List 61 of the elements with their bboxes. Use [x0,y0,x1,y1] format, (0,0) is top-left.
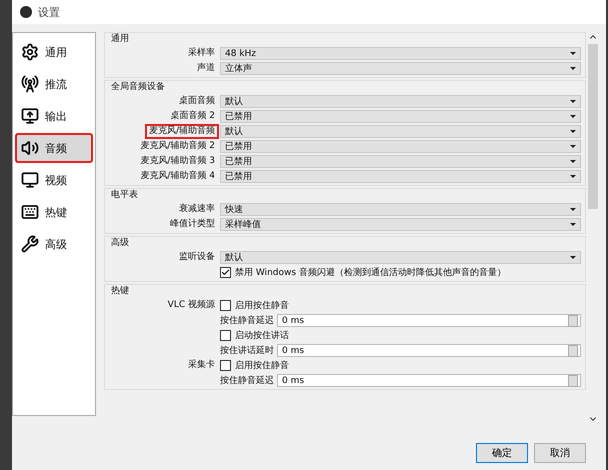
dropdown[interactable]: 快速 [220,203,581,216]
checkbox[interactable] [220,360,231,371]
field-label: 麦克风/辅助音频 [146,126,217,137]
source-label: VLC 视频源 [166,300,216,311]
wrench-icon [21,235,39,253]
checkbox-label: 启用按住静音 [235,360,289,372]
field-label: 麦克风/辅助音频 2 [139,141,216,152]
field-label: 按住静音延迟 [220,314,274,327]
spin-box[interactable]: 0 ms [277,314,581,327]
group-title: 通用 [111,34,130,45]
dropdown[interactable]: 48 kHz [220,47,581,60]
field-label: 麦克风/辅助音频 3 [139,156,216,167]
dropdown[interactable]: 已禁用 [220,140,581,153]
field-label: 桌面音频 2 [169,111,216,122]
sidebar-item[interactable]: 热键 [15,197,93,227]
dropdown[interactable]: 默认 [220,95,581,108]
spin-box[interactable]: 0 ms [277,344,581,357]
dropdown[interactable]: 立体声 [220,62,581,75]
checkbox-label: 启用按住静音 [235,300,289,312]
sidebar-item[interactable]: 视频 [15,165,93,195]
checkbox-label: 启动按住讲话 [235,330,289,342]
group-title: 全局音频设备 [111,82,166,93]
spin-box[interactable]: 0 ms [277,374,581,387]
speaker-icon [21,139,39,157]
keyboard-icon [21,203,39,221]
dropdown[interactable]: 已禁用 [220,110,581,123]
source-label: 采集卡 [187,360,216,371]
field-label: 峰值计类型 [169,219,216,230]
dropdown[interactable]: 已禁用 [220,155,581,168]
field-label: 声道 [196,63,216,74]
sidebar-item[interactable]: 推流 [15,69,93,99]
field-label: 采样率 [187,48,216,59]
checkbox-label: 禁用 Windows 音频闪避（检测到通信活动时降低其他声音的音量） [235,266,506,279]
dropdown[interactable]: 已禁用 [220,170,581,183]
field-label: 按住讲话延时 [220,344,274,357]
dropdown[interactable]: 默认 [220,251,581,264]
monitor-arrow-icon [21,107,39,125]
settings-icon [21,43,39,61]
window-title: 设置 [38,4,60,20]
sidebar-item[interactable]: 音频 [15,133,93,163]
field-label: 麦克风/辅助音频 4 [139,171,216,182]
sidebar-item[interactable]: 通用 [15,37,93,67]
cancel-button[interactable]: 取消 [534,443,586,463]
field-label: 按住静音延迟 [220,374,274,387]
sidebar-item[interactable]: 输出 [15,101,93,131]
group-title: 电平表 [111,190,139,201]
sidebar-item[interactable]: 高级 [15,229,93,259]
field-label: 监听设备 [178,252,216,263]
group-title: 高级 [111,238,130,249]
app-logo-icon [20,6,32,18]
field-label: 衰减速率 [178,204,216,215]
checkbox[interactable] [220,330,231,341]
group-title: 热键 [111,286,130,297]
dropdown[interactable]: 默认 [220,125,581,138]
field-label: 桌面音频 [178,96,216,107]
ok-button[interactable]: 确定 [476,443,528,463]
dropdown[interactable]: 采样峰值 [220,218,581,231]
checkbox[interactable] [220,300,231,311]
checkbox[interactable] [220,267,231,278]
antenna-icon [21,75,39,93]
monitor-icon [21,171,39,189]
